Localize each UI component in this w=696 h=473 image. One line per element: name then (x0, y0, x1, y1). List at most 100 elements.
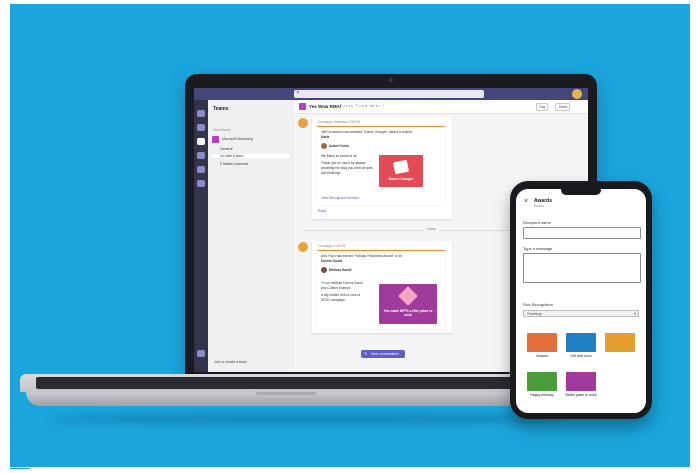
compose-icon: ✎ (364, 351, 368, 356)
channel-tabs[interactable]: Posts Files Wiki + (340, 104, 386, 108)
view-recognition-link[interactable]: View Recognition Moment (321, 196, 359, 200)
message-label: Type a message (523, 246, 553, 251)
phone-notch (561, 189, 601, 195)
award-text: Jeff Kovanovic has awarded "Game Changer… (321, 130, 413, 134)
note-line: and Culture champs (321, 286, 351, 290)
search-input[interactable]: ⌕ (294, 89, 484, 98)
date-label: Today (424, 227, 439, 231)
app-rail (194, 100, 208, 372)
tile-awards[interactable]: Awards (523, 331, 561, 370)
channel-active[interactable]: Go with a team (212, 154, 290, 158)
laptop-shadow (50, 414, 570, 424)
award-recipient: Karla (321, 135, 330, 139)
badge-label: Game Changer (388, 177, 414, 181)
phone-subtitle: Kudos (534, 204, 544, 208)
new-conversation-label: New conversation (371, 352, 399, 356)
note-line: and finishing! (321, 171, 341, 175)
team-name: Microsoft Marketing (222, 137, 253, 141)
post-card: Campaign 2:18 PM Alex Fayo has earned "H… (312, 241, 452, 333)
recipient-avatar (321, 143, 327, 149)
tile-label: Awards (536, 354, 548, 358)
phone-screen: × Awards Kudos Recipient name Type a mes… (516, 189, 646, 413)
note-line: Thank you so much for always (321, 161, 366, 165)
teams-panel: Teams Your teams Microsoft Marketing Gen… (208, 100, 295, 372)
team-avatar (212, 136, 219, 143)
thermometer-icon (566, 333, 596, 352)
channel-avatar (299, 103, 306, 110)
select-value: Greetings (527, 312, 543, 316)
files-icon[interactable] (197, 180, 205, 187)
activity-icon[interactable] (197, 110, 205, 117)
background-scene: ⌕ Teams Your teams Microsoft Marketing G… (10, 4, 690, 467)
note-line: SSTE campaign (321, 298, 345, 302)
award-recipient: Dorma Gould (321, 259, 342, 263)
search-icon: ⌕ (296, 89, 300, 96)
post-card: Campaign Yesterday 2:59 PM Jeff Kovanovi… (312, 117, 452, 219)
cake-icon (527, 372, 557, 391)
post-meta: Campaign Yesterday 2:59 PM (318, 120, 361, 124)
phone: × Awards Kudos Recipient name Type a mes… (510, 181, 652, 419)
new-conversation-button[interactable]: ✎ New conversation (361, 350, 405, 358)
card-icon (392, 159, 410, 175)
help-icon[interactable] (197, 350, 205, 357)
note-line: To our Melissa Dorma Gould (321, 281, 363, 285)
message-input[interactable] (523, 253, 641, 283)
channel-header: Yes Wow RMA! Posts Files Wiki + Org Team (294, 100, 588, 114)
recipient-input[interactable] (523, 227, 641, 239)
title-bar: ⌕ (194, 88, 588, 100)
house-icon (398, 286, 418, 306)
recipient-name: Aubert Kuhn (329, 144, 349, 148)
recipient-name: Melissa Gould (329, 268, 352, 272)
reply-link[interactable]: Reply (318, 209, 326, 214)
camera (389, 78, 393, 82)
bot-avatar (298, 242, 308, 252)
tile-get-well[interactable]: Get well soon (562, 331, 600, 370)
tile-label: Better place to work (565, 393, 597, 397)
tile-label: Happy birthday (530, 393, 554, 397)
recipient-avatar (321, 267, 327, 273)
user-avatar[interactable] (572, 89, 582, 99)
chevron-down-icon: ▾ (634, 312, 636, 316)
tile-cheers[interactable] (601, 331, 639, 370)
post-meta: Campaign 2:18 PM (318, 244, 346, 248)
note-line: We Many so proud of all (321, 154, 357, 158)
channel-general[interactable]: General (220, 147, 232, 151)
teams-section-label: Your teams (213, 128, 231, 132)
close-icon[interactable]: × (524, 198, 528, 205)
tile-better-place[interactable]: Better place to work (562, 370, 600, 409)
laptop-base (20, 374, 552, 414)
calendar-icon[interactable] (197, 152, 205, 159)
tile-label: Get well soon (570, 354, 592, 358)
tile-birthday[interactable]: Happy birthday (523, 370, 561, 409)
edge-line (10, 468, 30, 469)
awards-icon (527, 333, 557, 352)
laptop-deck (20, 374, 552, 392)
team-button[interactable]: Team (555, 103, 570, 111)
recognition-card: Jeff Kovanovic has awarded "Game Changer… (317, 126, 445, 205)
keyboard (36, 377, 536, 389)
calls-icon[interactable] (197, 166, 205, 173)
note-line: A big thanks from a cork of (321, 293, 361, 297)
teams-icon[interactable] (197, 138, 205, 145)
glasses-icon (605, 333, 635, 352)
hidden-channels[interactable]: 2 hidden channels (220, 162, 248, 166)
house-icon (566, 372, 596, 391)
game-changer-badge: Game Changer (379, 155, 423, 187)
join-team-link[interactable]: Join or create a team (214, 360, 247, 364)
bot-avatar (298, 118, 308, 128)
panel-title: Teams (213, 106, 229, 112)
channel-title: Yes Wow RMA! (309, 104, 342, 109)
recognition-grid: Awards Get well soon Happy birthday Bett… (523, 331, 640, 409)
badge-label: You made BFFS a little place to work (383, 309, 433, 317)
recognition-select[interactable]: Greetings ▾ (523, 310, 639, 317)
award-text: Alex Fayo has earned "Holiday Fellowship… (321, 254, 403, 258)
team-item[interactable]: Microsoft Marketing (212, 136, 290, 144)
recipient-label: Recipient name (523, 220, 551, 225)
note-line: providing the blog you work at work (321, 166, 373, 170)
recognition-card: Alex Fayo has earned "Holiday Fellowship… (317, 250, 445, 329)
org-button[interactable]: Org (536, 103, 548, 111)
place-to-work-badge: You made BFFS a little place to work (379, 284, 437, 324)
trackpad (256, 392, 316, 395)
chat-icon[interactable] (197, 124, 205, 131)
pick-label: Pick Recognition (523, 302, 553, 307)
